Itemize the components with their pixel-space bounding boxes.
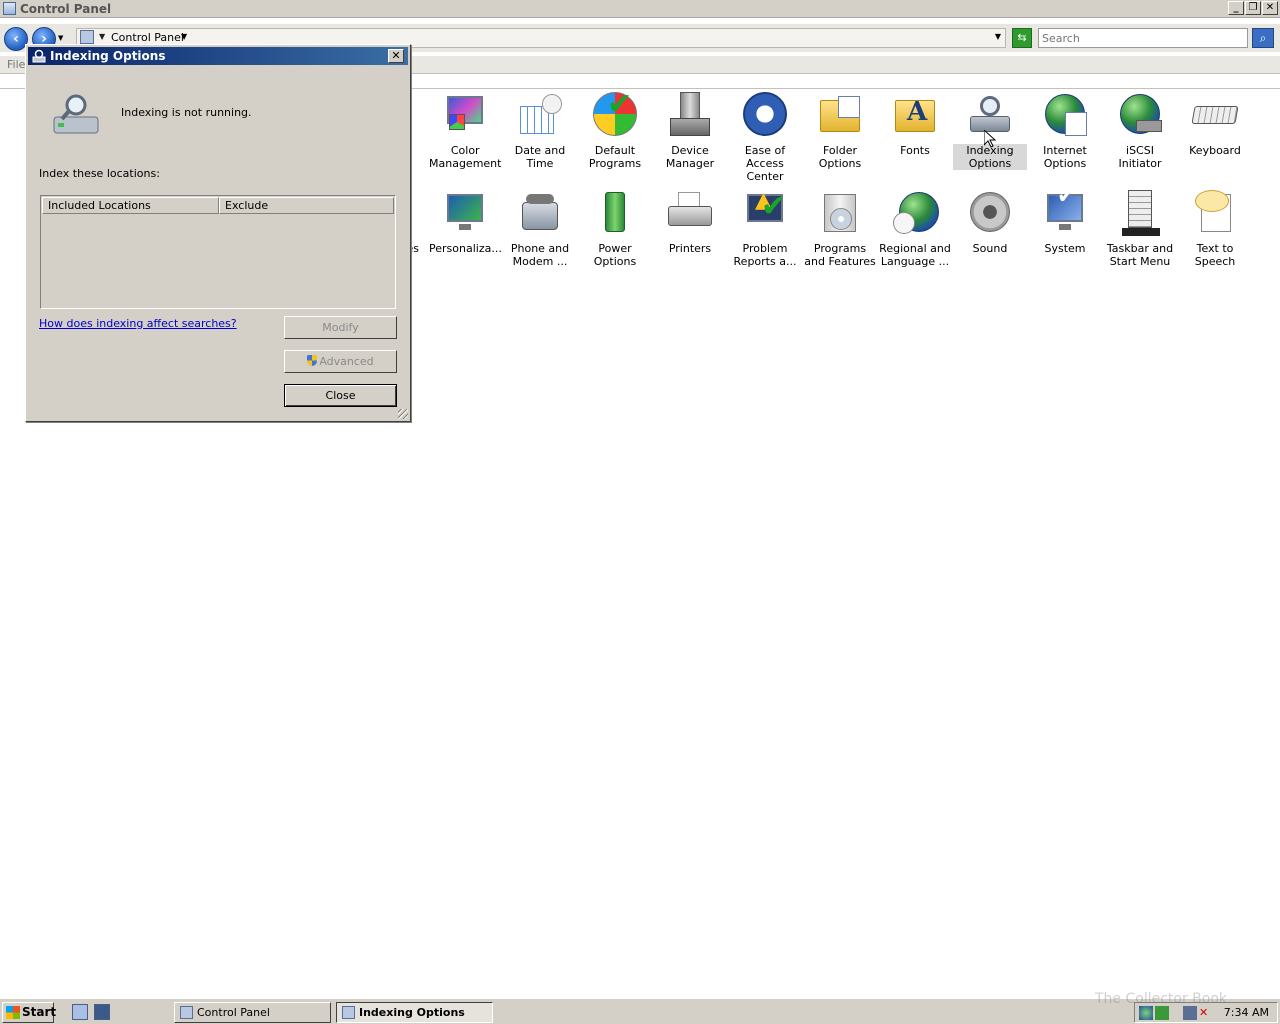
column-header-exclude[interactable]: Exclude (219, 197, 394, 214)
sound-icon (966, 190, 1014, 238)
security-tray-icon[interactable] (1155, 1006, 1169, 1020)
cp-item-iscsi-initiator[interactable]: iSCSI Initiator (1103, 92, 1177, 170)
cp-item-fonts[interactable]: A Fonts (878, 92, 952, 157)
clock[interactable]: 7:34 AM (1224, 1006, 1269, 1019)
locations-list[interactable]: Included Locations Exclude (40, 195, 396, 309)
personalization-icon (441, 190, 489, 238)
watermark-logo: The Collector Book (1095, 991, 1228, 1007)
indexing-options-title-icon (32, 49, 46, 63)
cp-item-sound[interactable]: Sound (953, 190, 1027, 255)
dialog-titlebar[interactable]: Indexing Options ✕ (28, 47, 408, 65)
breadcrumb-control-panel[interactable]: Control Panel (111, 31, 184, 44)
fonts-icon: A (891, 92, 939, 140)
phone-modem-icon (516, 190, 564, 238)
cp-item-phone-and-modem[interactable]: Phone and Modem ... (503, 190, 577, 268)
internet-options-icon (1041, 92, 1089, 140)
iscsi-initiator-icon (1116, 92, 1164, 140)
date-time-icon (516, 92, 564, 140)
cp-item-text-to-speech[interactable]: Text to Speech (1178, 190, 1252, 268)
search-icon[interactable]: ⌕ (1252, 28, 1274, 48)
taskbar: Start Control Panel Indexing Options ✕ 7… (0, 998, 1280, 1024)
device-manager-icon (666, 92, 714, 140)
restore-button[interactable]: ❐ (1245, 1, 1261, 15)
keyboard-icon (1191, 92, 1239, 140)
volume-muted-tray-icon[interactable]: ✕ (1199, 1006, 1213, 1020)
taskbar-start-menu-icon (1116, 190, 1164, 238)
cp-item-personalization[interactable]: Personaliza... (428, 190, 502, 255)
indexing-help-link[interactable]: How does indexing affect searches? (39, 317, 237, 330)
server-manager-quicklaunch-icon[interactable] (72, 1004, 88, 1020)
indexing-status-text: Indexing is not running. (121, 106, 252, 119)
programs-features-icon (816, 190, 864, 238)
system-icon: ✔ (1041, 186, 1089, 238)
recent-pages-dropdown-icon[interactable]: ▼ (58, 34, 63, 42)
crumb-arrow-icon[interactable]: ▼ (99, 32, 105, 41)
cp-item-problem-reports[interactable]: ▲ ✔ Problem Reports a... (728, 190, 802, 269)
search-input[interactable] (1038, 28, 1248, 48)
cp-item-printers[interactable]: Printers (653, 190, 727, 255)
cp-item-taskbar-and-start-menu[interactable]: Taskbar and Start Menu (1103, 190, 1177, 268)
cp-item-keyboard[interactable]: Keyboard (1178, 92, 1252, 157)
power-options-icon (591, 190, 639, 238)
ease-of-access-icon (741, 92, 789, 140)
advanced-button[interactable]: Advanced (284, 350, 397, 373)
control-panel-crumb-icon (80, 30, 94, 44)
control-panel-task-icon (180, 1006, 193, 1019)
indexing-options-task-icon (342, 1006, 355, 1019)
modify-button[interactable]: Modify (284, 316, 397, 339)
start-label: Start (22, 1005, 57, 1019)
indexing-options-dialog: Indexing Options ✕ Indexing is not runni… (25, 44, 411, 422)
window-title: Control Panel (20, 2, 112, 16)
cp-item-power-options[interactable]: Power Options (578, 190, 652, 268)
show-desktop-quicklaunch-icon[interactable] (94, 1004, 110, 1020)
resize-grip[interactable] (398, 409, 408, 419)
network-tray-icon[interactable] (1139, 1006, 1153, 1020)
start-button[interactable]: Start (2, 1002, 57, 1023)
cp-item-programs-and-features[interactable]: Programs and Features (803, 190, 877, 268)
breadcrumb-chevron-icon[interactable]: ▼ (181, 32, 187, 41)
control-panel-icon (3, 2, 16, 15)
close-button[interactable]: Close (284, 384, 397, 407)
menu-file[interactable]: File (7, 58, 25, 71)
text-to-speech-icon (1191, 190, 1239, 238)
cp-item-color-management[interactable]: Color Management (428, 92, 502, 170)
windows-logo-icon (6, 1006, 20, 1019)
taskbar-button-control-panel[interactable]: Control Panel (174, 1002, 331, 1023)
window-titlebar: Control Panel _ ❐ ✕ (0, 0, 1280, 18)
partial-item-icon (410, 190, 420, 238)
cp-item-ease-of-access[interactable]: Ease of Access Center (728, 92, 802, 183)
cp-item-default-programs[interactable]: ✔ Default Programs (578, 90, 652, 171)
printers-icon (666, 190, 714, 238)
problem-reports-icon: ▲ ✔ (741, 190, 789, 238)
dialog-title: Indexing Options (50, 49, 166, 63)
cp-item-internet-options[interactable]: Internet Options (1028, 92, 1102, 170)
advanced-button-label: Advanced (319, 355, 374, 368)
cp-item-regional-and-language[interactable]: Regional and Language ... (878, 190, 952, 268)
folder-options-icon (816, 92, 864, 140)
cp-item-device-manager[interactable]: Device Manager (653, 92, 727, 170)
cp-item-folder-options[interactable]: Folder Options (803, 92, 877, 170)
display-tray-icon[interactable] (1183, 1006, 1197, 1020)
default-programs-icon: ✔ (591, 90, 639, 140)
column-header-included-locations[interactable]: Included Locations (42, 197, 219, 214)
cp-item-system[interactable]: ✔ System (1028, 186, 1102, 256)
indexing-status-icon (53, 94, 99, 134)
cp-item-date-and-time[interactable]: Date and Time (503, 92, 577, 170)
mouse-cursor-icon (984, 130, 996, 148)
locations-label: Index these locations: (39, 167, 160, 180)
taskbar-button-indexing-options[interactable]: Indexing Options (336, 1002, 493, 1023)
color-management-icon (441, 92, 489, 140)
window-close-button[interactable]: ✕ (1262, 1, 1278, 15)
minimize-button[interactable]: _ (1228, 1, 1244, 15)
dialog-close-button[interactable]: ✕ (388, 49, 404, 63)
refresh-button[interactable]: ⇆ (1012, 28, 1032, 48)
uac-shield-icon (307, 355, 318, 366)
address-dropdown-icon[interactable]: ▼ (995, 32, 1001, 41)
regional-language-icon (891, 190, 939, 238)
